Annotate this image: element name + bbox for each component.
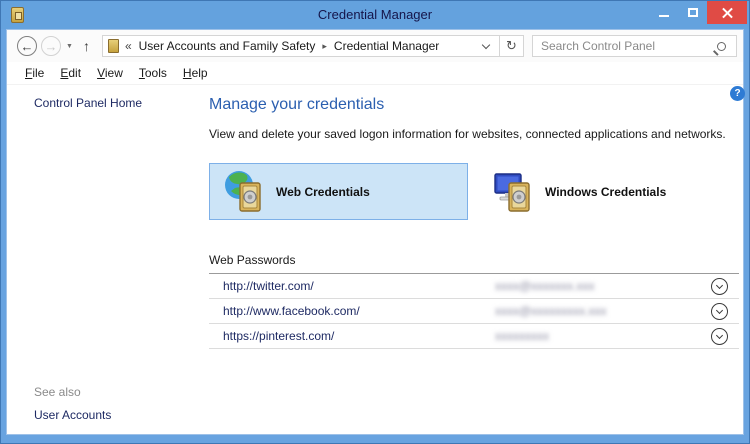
menu-view[interactable]: View <box>89 63 131 83</box>
credential-manager-window: Credential Manager ← → ▼ ↑ « User Accoun… <box>0 0 750 444</box>
web-credentials-icon <box>222 169 268 215</box>
address-bar[interactable]: « User Accounts and Family Safety ▸ Cred… <box>102 35 500 57</box>
menu-help[interactable]: Help <box>175 63 216 83</box>
chevron-down-icon <box>716 331 723 338</box>
forward-button[interactable]: → <box>41 36 61 56</box>
close-icon <box>722 7 733 18</box>
page-description: View and delete your saved logon informa… <box>209 127 739 141</box>
close-button[interactable] <box>707 1 747 24</box>
credential-row-twitter: http://twitter.com/ xxxx@xxxxxxx.xxx <box>209 274 739 299</box>
windows-credentials-label: Windows Credentials <box>545 185 666 199</box>
refresh-button[interactable]: ↻ <box>500 35 524 57</box>
search-box[interactable] <box>532 35 737 57</box>
maximize-button[interactable] <box>678 1 707 24</box>
menu-edit[interactable]: Edit <box>52 63 89 83</box>
web-credentials-label: Web Credentials <box>276 185 370 199</box>
chevron-down-icon <box>716 281 723 288</box>
client-area: ← → ▼ ↑ « User Accounts and Family Safet… <box>6 29 744 435</box>
window-title: Credential Manager <box>1 7 749 22</box>
breadcrumb-item-user-accounts-family-safety[interactable]: User Accounts and Family Safety <box>139 39 316 53</box>
navigation-bar: ← → ▼ ↑ « User Accounts and Family Safet… <box>7 30 743 62</box>
chevron-down-icon <box>716 306 723 313</box>
sidebar-item-user-accounts[interactable]: User Accounts <box>34 408 111 422</box>
address-dropdown-icon[interactable] <box>482 40 490 48</box>
menu-tools[interactable]: Tools <box>131 63 175 83</box>
menu-file[interactable]: File <box>17 63 52 83</box>
credential-url-link[interactable]: http://www.facebook.com/ <box>209 304 495 318</box>
sidebar-item-control-panel-home[interactable]: Control Panel Home <box>34 96 142 110</box>
expand-credential-button[interactable] <box>711 278 728 295</box>
title-bar: Credential Manager <box>1 1 749 29</box>
main-panel: ? Manage your credentials View and delet… <box>209 85 739 349</box>
credential-manager-icon <box>108 39 119 53</box>
credential-url-link[interactable]: http://twitter.com/ <box>209 279 495 293</box>
recent-pages-dropdown[interactable]: ▼ <box>66 43 73 50</box>
search-icon[interactable] <box>717 42 726 51</box>
web-passwords-title: Web Passwords <box>209 253 739 267</box>
up-button[interactable]: ↑ <box>83 38 90 54</box>
breadcrumb-item-credential-manager[interactable]: Credential Manager <box>334 39 439 53</box>
minimize-button[interactable] <box>649 1 678 24</box>
credential-row-facebook: http://www.facebook.com/ xxxx@xxxxxxxxx.… <box>209 299 739 324</box>
see-also-label: See also <box>34 385 81 399</box>
tab-web-credentials[interactable]: Web Credentials <box>209 163 468 220</box>
minimize-icon <box>659 15 669 17</box>
content-area: Control Panel Home See also User Account… <box>7 85 743 434</box>
expand-credential-button[interactable] <box>711 303 728 320</box>
maximize-icon <box>688 8 698 17</box>
web-passwords-section: Web Passwords http://twitter.com/ xxxx@x… <box>209 253 739 349</box>
sidebar: Control Panel Home See also User Account… <box>7 85 207 434</box>
breadcrumb-collapse-chevrons[interactable]: « <box>125 39 132 53</box>
search-input[interactable] <box>541 39 717 53</box>
menu-bar: File Edit View Tools Help <box>7 62 743 85</box>
credential-row-pinterest: https://pinterest.com/ xxxxxxxxx <box>209 324 739 349</box>
credential-type-tiles: Web Credentials Win <box>209 163 739 220</box>
credential-username-blurred: xxxx@xxxxxxxxx.xxx <box>495 304 711 318</box>
credential-username-blurred: xxxxxxxxx <box>495 329 711 343</box>
expand-credential-button[interactable] <box>711 328 728 345</box>
breadcrumb-separator-icon: ▸ <box>322 41 327 52</box>
back-button[interactable]: ← <box>17 36 37 56</box>
credential-url-link[interactable]: https://pinterest.com/ <box>209 329 495 343</box>
help-button[interactable]: ? <box>730 86 745 101</box>
tab-windows-credentials[interactable]: Windows Credentials <box>479 163 729 220</box>
credential-username-blurred: xxxx@xxxxxxx.xxx <box>495 279 711 293</box>
windows-credentials-icon <box>491 169 537 215</box>
page-title: Manage your credentials <box>209 96 739 114</box>
